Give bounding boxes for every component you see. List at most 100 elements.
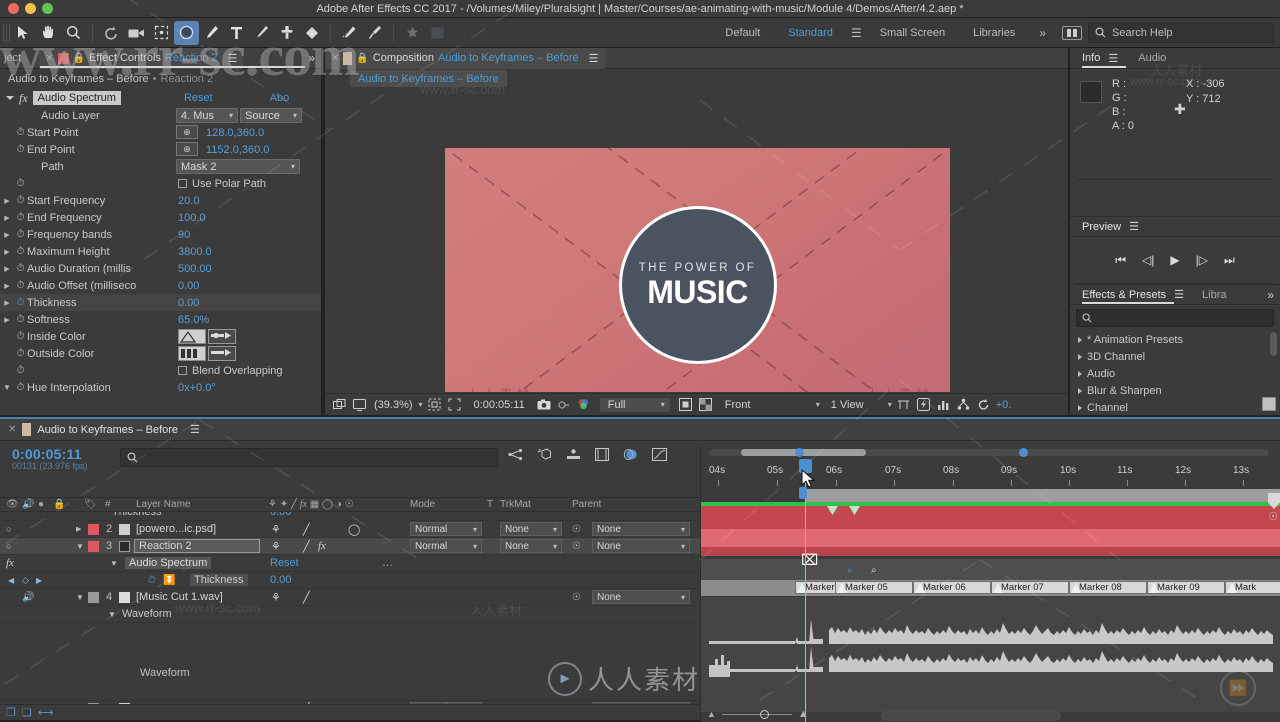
layer-name-2[interactable]: [powero...ic.psd]: [136, 523, 216, 535]
close-icon[interactable]: ✕: [45, 53, 53, 64]
info-panel-menu-icon[interactable]: ☰: [1108, 52, 1118, 65]
hand-tool[interactable]: [36, 21, 61, 45]
audio-layer-source-dropdown[interactable]: Source ▾: [240, 108, 302, 123]
effects-category-animation-presets[interactable]: * Animation Presets: [1070, 331, 1280, 348]
parent-pickwhip-layer4[interactable]: ☉: [572, 592, 581, 603]
stopwatch-icon-end-point[interactable]: ⏱: [14, 144, 27, 155]
composition-menu-icon[interactable]: ☰: [589, 52, 599, 65]
end-frequency-value[interactable]: 100.0: [178, 212, 206, 224]
effect-name[interactable]: Audio Spectrum: [32, 91, 121, 105]
effect-about-button[interactable]: Abo: [270, 92, 290, 104]
group-name-waveform[interactable]: Waveform: [122, 608, 172, 620]
mode-column-header[interactable]: Mode: [410, 499, 435, 510]
rotation-tool[interactable]: [99, 21, 124, 45]
camera-tool[interactable]: [124, 21, 149, 45]
channels-icon[interactable]: [576, 396, 592, 414]
use-polar-path-checkbox[interactable]: [178, 179, 187, 188]
layer-out-handle[interactable]: ☉: [1268, 510, 1278, 523]
puppet-pin-tool[interactable]: [362, 21, 387, 45]
workspace-menu-icon[interactable]: ☰: [847, 26, 866, 40]
close-icon-timeline[interactable]: ✕: [8, 424, 16, 435]
always-preview-icon[interactable]: [331, 396, 347, 414]
timeline-search-input[interactable]: [120, 448, 498, 467]
layer-name-4[interactable]: [Music Cut 1.wav]: [136, 591, 223, 603]
start-point-value[interactable]: 128.0,360.0: [206, 127, 264, 139]
motion-blur-icon[interactable]: [623, 448, 638, 464]
marker-item-6[interactable]: Marker 09: [1147, 581, 1225, 594]
resize-grip-icon[interactable]: [1262, 397, 1276, 411]
shape-tool[interactable]: [174, 20, 199, 45]
show-snapshot-icon[interactable]: [556, 396, 572, 414]
effect-reset-button[interactable]: Reset: [184, 92, 213, 104]
timeline-tab-label[interactable]: Audio to Keyframes – Before: [37, 424, 178, 436]
stopwatch-icon-thickness-timeline[interactable]: ⏱: [148, 575, 156, 586]
stopwatch-icon-inside-color[interactable]: ⏱: [14, 331, 27, 342]
timeline-ruler[interactable]: 04s 05s 06s 07s 08s 09s 10s 11s 12s 13s: [701, 459, 1280, 487]
audio-offset-value[interactable]: 0.00: [178, 280, 199, 292]
minibar-left-handle[interactable]: [795, 448, 804, 457]
expand-collapse-icon[interactable]: ⟷: [38, 706, 54, 719]
path-dropdown[interactable]: Mask 2 ▾: [176, 159, 300, 174]
keyframe-diamond-icon[interactable]: ◇: [22, 575, 29, 586]
expand-triangle-maxheight[interactable]: ▶: [0, 248, 14, 256]
effect-row-audio-spectrum[interactable]: fx ▼ Audio Spectrum Reset …: [0, 555, 700, 572]
comp-marker-1[interactable]: [827, 506, 838, 515]
layer-color-layer3[interactable]: [88, 540, 99, 552]
parent-pickwhip-layer3[interactable]: ☉: [572, 541, 581, 552]
lock-column-icon[interactable]: 🔒: [53, 499, 65, 510]
parent-column-header[interactable]: Parent: [572, 499, 601, 510]
work-area-bar[interactable]: [701, 489, 1280, 502]
stopwatch-icon-start-freq[interactable]: ⏱: [14, 195, 27, 206]
expand-triangle-bands[interactable]: ▶: [0, 231, 14, 239]
trkmat-dropdown-layer2[interactable]: None ▾: [500, 522, 562, 536]
pan-behind-tool[interactable]: [149, 21, 174, 45]
play-button[interactable]: ▶: [1170, 253, 1179, 267]
parent-dropdown-layer3[interactable]: None ▾: [592, 539, 690, 553]
effects-scrollbar[interactable]: [1270, 332, 1277, 356]
expand-triangle-layer4[interactable]: ▼: [76, 593, 84, 602]
shy-switch-layer2[interactable]: ⚘: [271, 523, 281, 536]
panel-menu-icon[interactable]: ☰: [228, 52, 238, 65]
eye-icon-layer2[interactable]: ○: [6, 524, 11, 534]
preview-panel-menu-icon[interactable]: ☰: [1129, 220, 1139, 233]
maximum-height-value[interactable]: 3800.0: [178, 246, 212, 258]
layer-bar-3b[interactable]: [701, 547, 1280, 556]
graph-icon-thickness[interactable]: ⏬: [163, 575, 175, 586]
composition-breadcrumb-tab[interactable]: Audio to Keyframes – Before: [350, 70, 507, 87]
zoom-dropdown[interactable]: (39.3%) ▾: [371, 399, 423, 411]
expand-triangle-hue[interactable]: ▼: [0, 383, 14, 392]
effect-reset-timeline[interactable]: Reset: [270, 557, 299, 569]
view-axis-dropdown[interactable]: Front ▾: [722, 399, 820, 411]
blend-overlapping-checkbox[interactable]: [178, 366, 187, 375]
frequency-bands-value[interactable]: 90: [178, 229, 190, 241]
label-column-icon[interactable]: 🏷: [84, 499, 97, 510]
trkmat-dropdown-layer3[interactable]: None ▾: [500, 539, 562, 553]
audio-duration-value[interactable]: 500.00: [178, 263, 212, 275]
inside-color-eyedropper[interactable]: [208, 329, 236, 344]
audio-layer-dropdown[interactable]: 4. Mus ▾: [176, 108, 238, 123]
stopwatch-icon-maxheight[interactable]: ⏱: [14, 246, 27, 257]
comp-flowchart-icon[interactable]: [956, 396, 972, 414]
stopwatch-icon-thickness[interactable]: ⏱: [14, 297, 27, 308]
effect-name-timeline[interactable]: Audio Spectrum: [125, 557, 212, 569]
layer-color-layer2[interactable]: [88, 523, 99, 535]
collapse-switch-layer2[interactable]: ◯: [348, 523, 360, 536]
outside-color-eyedropper[interactable]: [208, 346, 236, 361]
marker-item-3[interactable]: Marker 06: [913, 581, 991, 594]
main-viewer-icon[interactable]: [351, 396, 367, 414]
effects-category-blur-sharpen[interactable]: Blur & Sharpen: [1070, 382, 1280, 399]
layer-bar-3[interactable]: [701, 529, 1280, 547]
search-help-field[interactable]: Search Help: [1088, 22, 1274, 43]
layer-row-2[interactable]: ○ ▶ 2 [powero...ic.psd] ⚘ ╱ ◯ Normal ▾ No…: [0, 521, 700, 538]
workspace-overflow-icon[interactable]: »: [1029, 26, 1056, 40]
inside-color-swatch[interactable]: [178, 329, 206, 344]
workspace-default[interactable]: Default: [711, 18, 774, 48]
stopwatch-icon-start-point[interactable]: ⏱: [14, 127, 27, 138]
close-icon-comp[interactable]: ✕: [331, 53, 339, 64]
audio-icon-layer4[interactable]: 🔊: [22, 592, 34, 603]
tab-audio[interactable]: Audio: [1138, 52, 1166, 64]
previous-frame-button[interactable]: ◁|: [1142, 253, 1154, 267]
marker-item-5[interactable]: Marker 08: [1069, 581, 1147, 594]
grid-guides-icon[interactable]: [427, 396, 443, 414]
outside-color-swatch[interactable]: [178, 346, 206, 361]
